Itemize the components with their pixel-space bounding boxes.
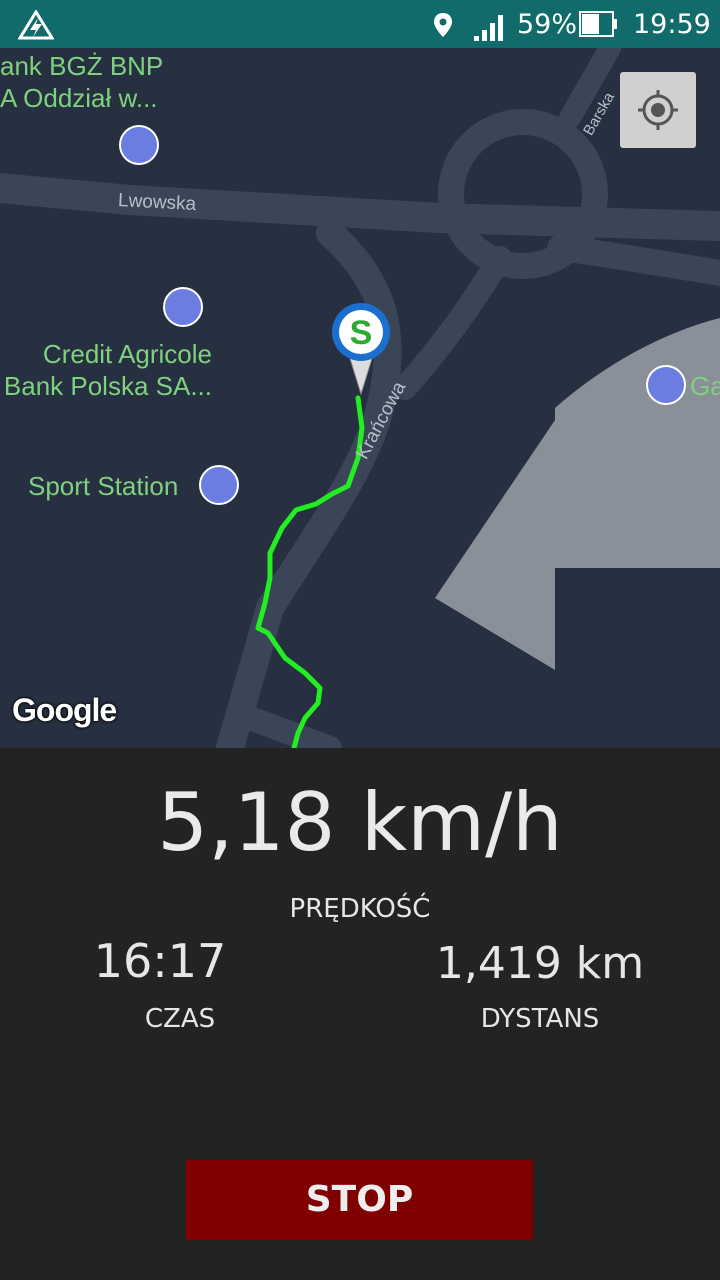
clock: 19:59	[633, 9, 711, 40]
shopping-bag-icon[interactable]	[199, 465, 239, 505]
stop-button[interactable]: STOP	[186, 1160, 533, 1240]
speed-label: PRĘDKOŚĆ	[289, 894, 431, 924]
location-icon	[434, 13, 452, 37]
app-icon	[18, 10, 54, 40]
crosshair-icon	[638, 90, 678, 130]
status-bar: 59% 19:59	[0, 0, 720, 48]
atm-icon[interactable]	[119, 125, 159, 165]
my-location-button[interactable]	[620, 72, 696, 148]
atm-icon[interactable]	[163, 287, 203, 327]
map-view[interactable]: S ank BGŻ BNP A Oddział w... Credit Agri…	[0, 48, 720, 748]
time-label: CZAS	[144, 1004, 216, 1034]
street-label-lwowska: Lwowska	[117, 189, 197, 216]
distance-value: 1,419 km	[435, 938, 645, 989]
start-marker-icon[interactable]: S	[330, 302, 392, 396]
poi-label-credit-agricole: Credit Agricole Bank Polska SA...	[3, 339, 212, 401]
battery-percent: 59%	[517, 9, 578, 40]
distance-label: DYSTANS	[480, 1004, 600, 1034]
stats-panel: 5,18 km/h PRĘDKOŚĆ 16:17 CZAS 1,419 km D…	[0, 748, 720, 1280]
shopping-bag-icon[interactable]	[646, 365, 686, 405]
poi-label-ga: Ga	[690, 371, 720, 401]
google-logo: Google	[12, 692, 117, 728]
signal-icon	[474, 15, 503, 41]
time-value: 16:17	[93, 934, 227, 988]
speed-value: 5,18 km/h	[157, 776, 563, 869]
poi-label-bank-bgz: ank BGŻ BNP A Oddział w...	[0, 51, 164, 113]
battery-icon	[579, 11, 617, 37]
start-marker-letter: S	[350, 314, 373, 352]
poi-label-sport-station: Sport Station	[28, 471, 179, 501]
